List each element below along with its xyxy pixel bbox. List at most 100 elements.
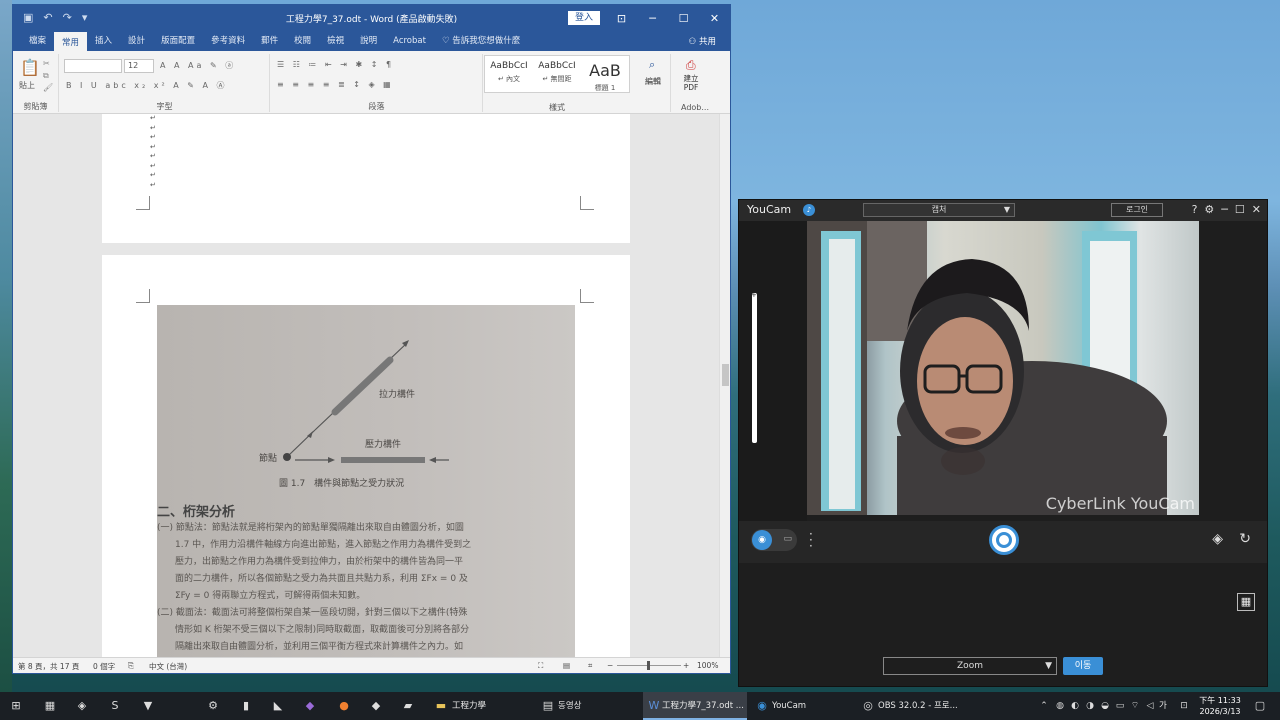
obs-icon[interactable]: ◎ xyxy=(860,698,876,714)
tab-design[interactable]: 設計 xyxy=(120,34,153,51)
taskbar-app-word[interactable]: 工程力學7_37.odt ... xyxy=(662,696,744,716)
network-icon[interactable]: ⌔ xyxy=(1127,698,1143,714)
move-button[interactable]: 이동 xyxy=(1063,657,1103,675)
app-icon[interactable]: ⚙ xyxy=(205,698,221,714)
scanned-textbook-image[interactable]: 拉力構件 壓力構件 節點 圖 1.7 構件與節點之受力狀況 二、桁架分析 (一)… xyxy=(157,305,575,659)
youcam-icon[interactable]: ◉ xyxy=(754,698,770,714)
tray-icon[interactable]: ◍ xyxy=(1052,698,1068,714)
tab-layout[interactable]: 版面配置 xyxy=(153,34,203,51)
word-count[interactable]: 0 個字 xyxy=(93,661,115,672)
minimize-icon[interactable]: ─ xyxy=(1221,203,1228,216)
style-heading1[interactable]: AaB 標題 1 xyxy=(581,56,629,92)
ime-indicator[interactable]: 가 xyxy=(1159,696,1167,716)
tab-review[interactable]: 校閱 xyxy=(286,34,319,51)
proofing-icon[interactable]: ⎘ xyxy=(128,661,134,671)
app-icon[interactable]: ◈ xyxy=(74,698,90,714)
photo-video-toggle[interactable]: ◉ ▭ xyxy=(751,529,797,551)
login-button[interactable]: 登入 xyxy=(568,11,600,25)
tab-acrobat[interactable]: Acrobat xyxy=(385,36,434,51)
tray-expand-icon[interactable]: ⌃ xyxy=(1036,698,1052,714)
zoom-slider-thumb[interactable] xyxy=(647,661,650,670)
tab-help[interactable]: 說明 xyxy=(352,34,385,51)
tell-me-search[interactable]: ♡ 告訴我您想做什麼 xyxy=(434,34,528,51)
style-normal[interactable]: AaBbCcI ↵ 內文 xyxy=(485,56,533,92)
align-tools[interactable]: ≡ ≡ ≡ ≡ ≣ ↕ ◈ ▦ xyxy=(277,80,476,89)
style-no-spacing[interactable]: AaBbCcI ↵ 無間距 xyxy=(533,56,581,92)
tab-view[interactable]: 檢視 xyxy=(319,34,352,51)
web-layout-icon[interactable]: ⌗ xyxy=(588,661,592,671)
vertical-scrollbar[interactable] xyxy=(719,114,730,659)
print-layout-icon[interactable]: ▤ xyxy=(563,661,570,670)
ribbon-display-icon[interactable]: ⊡ xyxy=(606,5,637,32)
volume-icon[interactable]: ◁ xyxy=(1142,698,1158,714)
editing-label[interactable]: 編輯 xyxy=(645,76,661,87)
font-size-box[interactable]: 12 xyxy=(124,59,154,73)
scrollbar-thumb[interactable] xyxy=(722,364,729,386)
windows-start-icon[interactable]: ⊞ xyxy=(8,698,24,714)
create-pdf-label[interactable]: 建立 PDF xyxy=(680,74,702,92)
paste-icon[interactable]: 📋 xyxy=(20,58,40,77)
close-icon[interactable]: ✕ xyxy=(699,5,730,32)
font-size-tools[interactable]: A A Aa ✎ ⓐ xyxy=(160,60,263,71)
clipboard-group: 📋 貼上 ✂ ⧉ 🖌 剪貼簿 xyxy=(13,54,59,112)
grid-icon[interactable]: ▦ xyxy=(1237,593,1255,611)
taskbar-app-youcam[interactable]: YouCam xyxy=(772,696,806,716)
zoom-in-icon[interactable]: + xyxy=(683,661,689,670)
tab-home[interactable]: 常用 xyxy=(54,32,88,51)
app-icon[interactable]: ◆ xyxy=(368,698,384,714)
font-format-tools[interactable]: B I U abc x₂ x² A ✎ A Ⓐ xyxy=(66,80,263,91)
visual-studio-icon[interactable]: ◆ xyxy=(302,698,318,714)
calculator-icon[interactable]: ▦ xyxy=(42,698,58,714)
tab-references[interactable]: 參考資料 xyxy=(203,34,253,51)
app-icon[interactable]: ▰ xyxy=(400,698,416,714)
maximize-icon[interactable]: ☐ xyxy=(668,5,699,32)
taskbar-app-obs[interactable]: OBS 32.0.2 - 프로... xyxy=(878,696,958,716)
cut-copy-icons[interactable]: ✂ ⧉ 🖌 xyxy=(43,58,53,94)
notification-icon[interactable]: ♪ xyxy=(803,204,815,216)
document-area[interactable]: ↵ ↵ ↵ ↵ ↵ ↵ ↵ ↵ 拉力構件 壓力構件 節點 圖 1.7 構件與節點… xyxy=(13,114,720,659)
share-button[interactable]: ⚇ 共用 xyxy=(689,35,716,47)
tray-icon[interactable]: ◒ xyxy=(1097,698,1113,714)
list-tools[interactable]: ☰ ☷ ≔ ⇤ ⇥ ✱ ↕ ¶ xyxy=(277,60,476,69)
youcam-login-button[interactable]: 로그인 xyxy=(1111,203,1163,217)
minimize-icon[interactable]: ─ xyxy=(637,5,668,32)
more-options-icon[interactable]: · · · xyxy=(809,528,813,552)
rotate-icon[interactable]: ↻ xyxy=(1239,531,1251,547)
app-icon[interactable]: ▤ xyxy=(540,698,556,714)
find-icon[interactable]: ⌕ xyxy=(649,58,655,72)
help-icon[interactable]: ? xyxy=(1192,203,1198,216)
taskbar-app-folder[interactable]: 工程力學 xyxy=(452,696,486,716)
language-status[interactable]: 中文 (台灣) xyxy=(149,661,187,672)
maximize-icon[interactable]: ☐ xyxy=(1235,203,1245,216)
app-icon[interactable]: ▮ xyxy=(238,698,254,714)
skype-icon[interactable]: S xyxy=(107,698,123,714)
capture-button[interactable] xyxy=(989,525,1019,555)
page-count[interactable]: 第 8 頁，共 17 頁 xyxy=(18,661,79,672)
battery-icon[interactable]: ▭ xyxy=(1112,698,1128,714)
taskbar-clock[interactable]: 下午 11:33 2026/3/13 xyxy=(1196,695,1244,717)
layers-icon[interactable]: ◈ xyxy=(1212,531,1223,547)
tray-icon[interactable]: ◐ xyxy=(1067,698,1083,714)
taskbar-app-video[interactable]: 동영상 xyxy=(558,696,581,716)
zoom-out-icon[interactable]: − xyxy=(607,661,613,670)
app-icon[interactable]: ◣ xyxy=(270,698,286,714)
tray-icon[interactable]: ◑ xyxy=(1082,698,1098,714)
pdf-icon[interactable]: ⎙ xyxy=(686,58,696,73)
capture-mode-select[interactable]: 캡처 ▼ xyxy=(863,203,1015,217)
app-icon[interactable]: ▼ xyxy=(140,698,156,714)
close-icon[interactable]: ✕ xyxy=(1252,203,1261,216)
word-icon[interactable]: W xyxy=(646,698,662,714)
tab-mailings[interactable]: 郵件 xyxy=(253,34,286,51)
focus-icon[interactable]: ⛶ xyxy=(538,661,543,671)
effect-select[interactable]: Zoom ▼ xyxy=(883,657,1057,675)
firefox-icon[interactable]: ● xyxy=(336,698,352,714)
font-name-box[interactable] xyxy=(64,59,122,73)
zoom-slider[interactable]: + xyxy=(751,291,757,443)
tab-file[interactable]: 檔案 xyxy=(21,34,54,51)
tab-insert[interactable]: 插入 xyxy=(87,34,120,51)
tray-icon[interactable]: ⊡ xyxy=(1176,698,1192,714)
folder-icon[interactable]: ▬ xyxy=(433,698,449,714)
gear-icon[interactable]: ⚙ xyxy=(1204,203,1214,216)
notification-center-icon[interactable]: ▢ xyxy=(1252,698,1268,714)
zoom-level[interactable]: 100% xyxy=(697,661,718,670)
